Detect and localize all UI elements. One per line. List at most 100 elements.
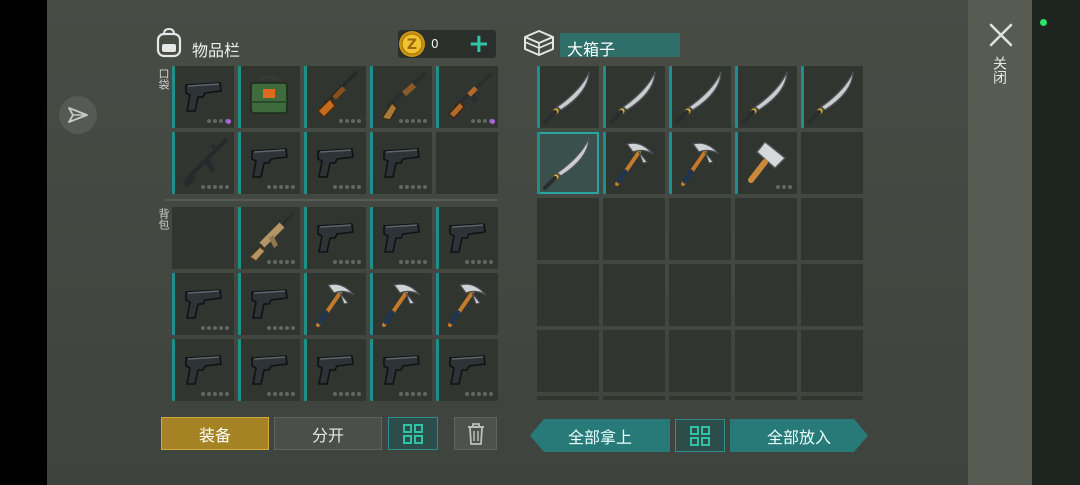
backpack-grid bbox=[172, 207, 498, 401]
put-all-button[interactable]: 全部放入 bbox=[730, 419, 868, 452]
container-slot-cleaver[interactable] bbox=[735, 132, 797, 194]
backpack-slot-pistol[interactable] bbox=[172, 273, 234, 335]
container-slot-empty[interactable] bbox=[801, 198, 863, 260]
backpack-slot-pistol[interactable] bbox=[238, 273, 300, 335]
divider bbox=[165, 199, 497, 201]
container-slot-machete[interactable] bbox=[537, 66, 599, 128]
durability-dots bbox=[776, 185, 792, 189]
rarity-indicator bbox=[226, 119, 231, 124]
backpack-icon bbox=[155, 27, 183, 62]
durability-dots bbox=[399, 119, 427, 123]
container-slot-empty[interactable] bbox=[801, 330, 863, 392]
inventory-title: 物品栏 bbox=[192, 41, 241, 60]
compass-icon[interactable] bbox=[59, 96, 97, 134]
container-title: 大箱子 bbox=[567, 40, 616, 59]
container-slot-empty[interactable] bbox=[669, 330, 731, 392]
backpack-slot-pistol[interactable] bbox=[304, 339, 366, 401]
container-slot-empty[interactable] bbox=[735, 330, 797, 392]
container-slot-machete[interactable] bbox=[603, 66, 665, 128]
container-slot-empty[interactable] bbox=[801, 132, 863, 194]
durability-dots bbox=[267, 326, 295, 330]
close-label[interactable]: 关闭 bbox=[991, 56, 1007, 84]
pocket-slot-empty[interactable] bbox=[436, 132, 498, 194]
backpack-slot-pistol[interactable] bbox=[436, 207, 498, 269]
durability-dots bbox=[267, 392, 295, 396]
container-slot-empty[interactable] bbox=[735, 264, 797, 326]
backpack-slot-pistol[interactable] bbox=[172, 339, 234, 401]
backpack-slot-pistol[interactable] bbox=[304, 207, 366, 269]
pocket-slot-pistol[interactable] bbox=[238, 132, 300, 194]
sort-inventory-button[interactable] bbox=[388, 417, 438, 450]
backpack-slot-pistol[interactable] bbox=[370, 207, 432, 269]
container-slot-empty[interactable] bbox=[603, 330, 665, 392]
durability-dots bbox=[399, 392, 427, 396]
container-slot-empty[interactable] bbox=[603, 264, 665, 326]
sort-container-button[interactable] bbox=[675, 419, 725, 452]
pocket-slot-hunting-rifle[interactable] bbox=[304, 66, 366, 128]
container-slot-empty[interactable] bbox=[537, 264, 599, 326]
container-slot-empty[interactable] bbox=[603, 198, 665, 260]
pocket-slot-pistol[interactable] bbox=[304, 132, 366, 194]
durability-dots bbox=[267, 185, 295, 189]
backpack-slot-empty[interactable] bbox=[172, 207, 234, 269]
container-slot-empty[interactable] bbox=[537, 198, 599, 260]
backpack-slot-scar-rifle[interactable] bbox=[238, 207, 300, 269]
take-all-button[interactable]: 全部拿上 bbox=[530, 419, 670, 452]
durability-dots bbox=[465, 392, 493, 396]
container-slot-machete[interactable] bbox=[801, 66, 863, 128]
sort-icon bbox=[690, 425, 710, 446]
svg-text:Z: Z bbox=[407, 37, 417, 53]
container-grid[interactable] bbox=[537, 66, 863, 400]
screen-edge-right bbox=[1032, 0, 1080, 485]
durability-dots bbox=[399, 185, 427, 189]
backpack-slot-pickaxe[interactable] bbox=[436, 273, 498, 335]
durability-dots bbox=[333, 260, 361, 264]
pocket-slot-ammo-box[interactable] bbox=[238, 66, 300, 128]
add-coins-button[interactable]: + bbox=[468, 30, 490, 58]
container-slot-empty[interactable] bbox=[669, 198, 731, 260]
durability-dots bbox=[339, 119, 361, 123]
coin-counter: Z 0 + bbox=[398, 30, 496, 58]
backpack-slot-pickaxe[interactable] bbox=[370, 273, 432, 335]
pocket-slot-assault-rifle[interactable] bbox=[436, 66, 498, 128]
container-slot-empty[interactable] bbox=[537, 396, 599, 400]
backpack-slot-pistol[interactable] bbox=[370, 339, 432, 401]
coin-amount: 0 bbox=[431, 37, 439, 51]
container-slot-pickaxe[interactable] bbox=[669, 132, 731, 194]
durability-dots bbox=[201, 392, 229, 396]
container-slot-empty[interactable] bbox=[669, 396, 731, 400]
screen-edge-left bbox=[0, 0, 47, 485]
durability-dots bbox=[333, 392, 361, 396]
chest-icon bbox=[522, 28, 556, 62]
pocket-slot-shotgun[interactable] bbox=[370, 66, 432, 128]
durability-dots bbox=[333, 185, 361, 189]
container-slot-pickaxe[interactable] bbox=[603, 132, 665, 194]
pocket-slot-pistol[interactable] bbox=[172, 66, 234, 128]
container-slot-empty[interactable] bbox=[801, 396, 863, 400]
container-slot-empty[interactable] bbox=[537, 330, 599, 392]
container-slot-machete[interactable] bbox=[735, 66, 797, 128]
durability-dots bbox=[465, 260, 493, 264]
container-slot-empty[interactable] bbox=[801, 264, 863, 326]
split-button[interactable]: 分开 bbox=[274, 417, 382, 450]
container-slot-empty[interactable] bbox=[735, 396, 797, 400]
container-title-field[interactable]: 大箱子 bbox=[560, 33, 680, 59]
backpack-slot-pickaxe[interactable] bbox=[304, 273, 366, 335]
backpack-slot-pistol[interactable] bbox=[436, 339, 498, 401]
durability-dots bbox=[399, 260, 427, 264]
container-slot-machete[interactable] bbox=[537, 132, 599, 194]
pocket-grid bbox=[172, 66, 498, 194]
backpack-label: 背包 bbox=[157, 208, 170, 230]
rarity-indicator bbox=[490, 119, 495, 124]
backpack-slot-pistol[interactable] bbox=[238, 339, 300, 401]
container-slot-empty[interactable] bbox=[669, 264, 731, 326]
trash-button[interactable] bbox=[454, 417, 497, 450]
pocket-slot-pistol[interactable] bbox=[370, 132, 432, 194]
container-slot-empty[interactable] bbox=[603, 396, 665, 400]
equip-button[interactable]: 装备 bbox=[161, 417, 269, 450]
close-icon[interactable] bbox=[988, 22, 1014, 48]
container-slot-machete[interactable] bbox=[669, 66, 731, 128]
status-indicator bbox=[1040, 19, 1047, 26]
pocket-slot-m16-rifle[interactable] bbox=[172, 132, 234, 194]
container-slot-empty[interactable] bbox=[735, 198, 797, 260]
